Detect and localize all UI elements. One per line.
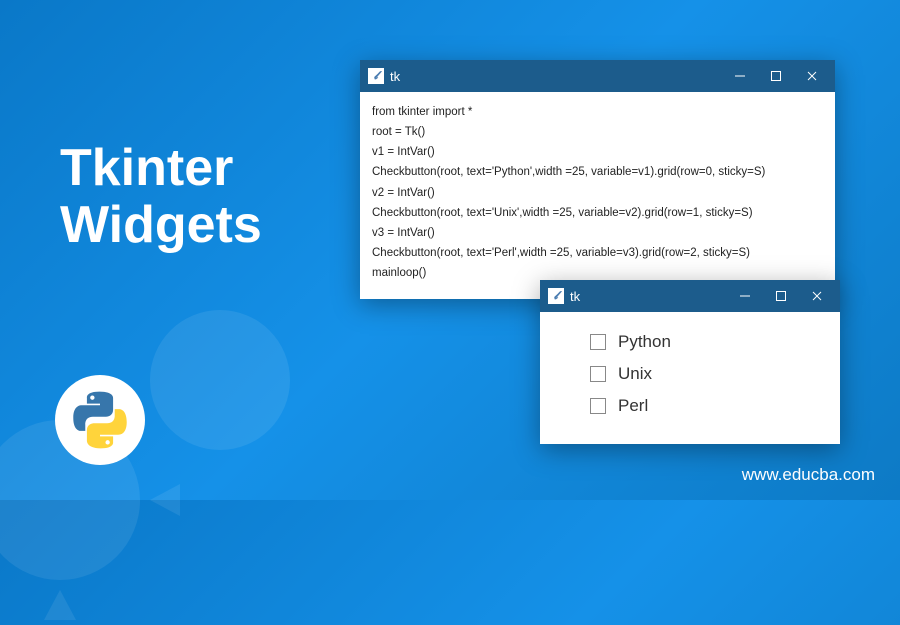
titlebar: 𝓵 tk <box>540 280 840 312</box>
window-title: tk <box>570 289 736 304</box>
code-content: from tkinter import * root = Tk() v1 = I… <box>360 92 835 299</box>
code-window: 𝓵 tk from tkinter import * root = Tk() v… <box>360 60 835 299</box>
close-button[interactable] <box>803 67 821 85</box>
headline-line-2: Widgets <box>60 197 262 254</box>
checkbox-icon[interactable] <box>590 398 606 414</box>
titlebar: 𝓵 tk <box>360 60 835 92</box>
page-title: Tkinter Widgets <box>60 140 262 254</box>
checkbox-item-python[interactable]: Python <box>590 326 820 358</box>
minimize-button[interactable] <box>736 287 754 305</box>
python-logo-icon <box>70 390 130 450</box>
maximize-button[interactable] <box>767 67 785 85</box>
feather-icon: 𝓵 <box>368 68 384 84</box>
output-window: 𝓵 tk Python Unix Perl <box>540 280 840 444</box>
window-title: tk <box>390 69 731 84</box>
checkbox-label: Perl <box>618 396 648 416</box>
checkbox-list: Python Unix Perl <box>540 312 840 444</box>
checkbox-item-perl[interactable]: Perl <box>590 390 820 422</box>
checkbox-icon[interactable] <box>590 366 606 382</box>
checkbox-label: Unix <box>618 364 652 384</box>
watermark-url: www.educba.com <box>742 465 875 485</box>
headline-line-1: Tkinter <box>60 140 262 197</box>
checkbox-icon[interactable] <box>590 334 606 350</box>
close-button[interactable] <box>808 287 826 305</box>
background-gears-decoration <box>0 220 340 620</box>
maximize-button[interactable] <box>772 287 790 305</box>
checkbox-item-unix[interactable]: Unix <box>590 358 820 390</box>
python-logo-badge <box>55 375 145 465</box>
window-controls <box>736 287 832 305</box>
feather-icon: 𝓵 <box>548 288 564 304</box>
checkbox-label: Python <box>618 332 671 352</box>
minimize-button[interactable] <box>731 67 749 85</box>
window-controls <box>731 67 827 85</box>
